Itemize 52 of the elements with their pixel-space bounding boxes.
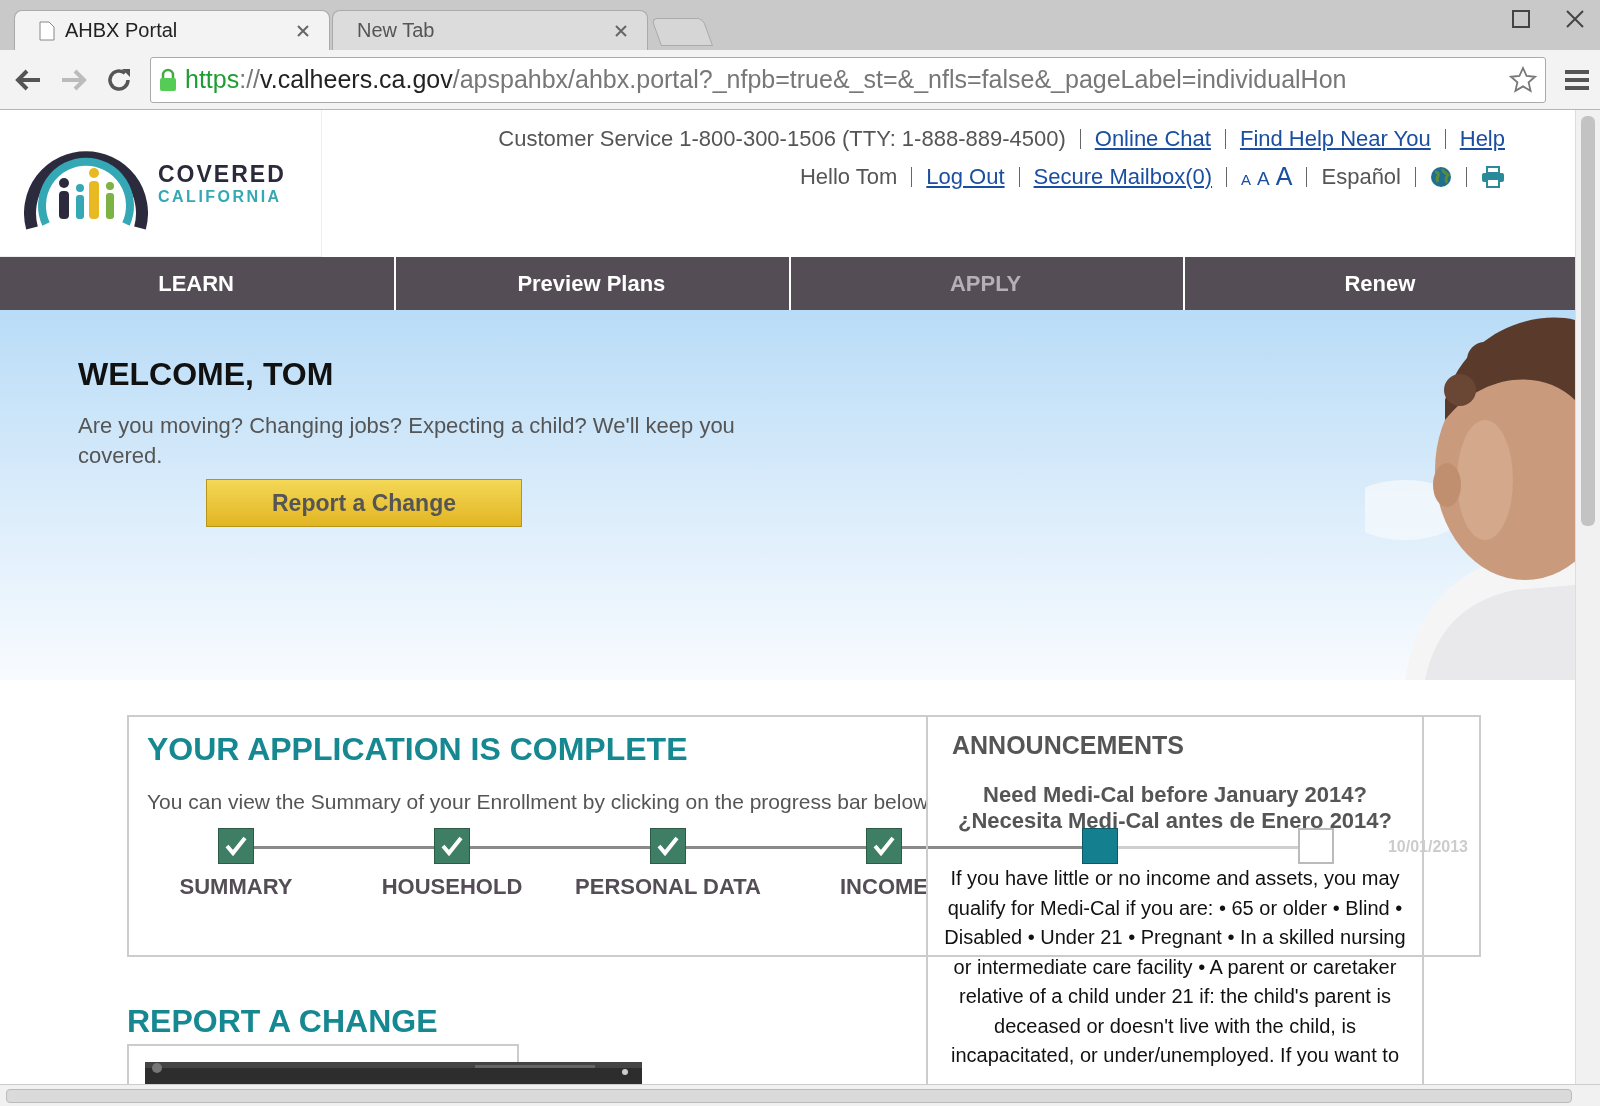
panel-heading: ANNOUNCEMENTS bbox=[952, 731, 1184, 760]
font-size-button[interactable]: A bbox=[1275, 162, 1293, 191]
announcement-title: Need Medi-Cal before January 2014? bbox=[983, 782, 1367, 808]
step-label[interactable]: SUMMARY bbox=[179, 874, 293, 900]
browser-tab[interactable]: AHBX Portal bbox=[14, 10, 330, 50]
step-marker[interactable] bbox=[434, 828, 470, 864]
logo-text: COVERED bbox=[158, 160, 286, 188]
language-link[interactable]: Español bbox=[1321, 163, 1401, 190]
scrollbar[interactable] bbox=[1575, 110, 1600, 1084]
scrollbar[interactable] bbox=[0, 1084, 1600, 1106]
header-link[interactable]: Help bbox=[1459, 126, 1505, 152]
step-label[interactable]: PERSONAL DATA bbox=[575, 874, 761, 900]
star-icon[interactable] bbox=[1509, 65, 1537, 94]
step-marker[interactable] bbox=[218, 828, 254, 864]
step-label[interactable]: INCOME bbox=[840, 874, 928, 900]
step-marker[interactable] bbox=[866, 828, 902, 864]
printer-icon[interactable] bbox=[1481, 165, 1505, 188]
close-icon[interactable] bbox=[297, 24, 309, 37]
scroll-thumb[interactable] bbox=[6, 1089, 1572, 1103]
step-marker[interactable] bbox=[1082, 828, 1118, 864]
font-size-button[interactable]: A bbox=[1241, 171, 1252, 188]
browser-tab[interactable]: New Tab bbox=[332, 10, 648, 50]
welcome-text: Are you moving? Changing jobs? Expecting a child? We'll keep you covered. bbox=[78, 412, 736, 470]
back-icon[interactable] bbox=[14, 67, 42, 92]
header-link[interactable]: Secure Mailbox(0) bbox=[1033, 163, 1213, 190]
header-link[interactable]: Log Out bbox=[926, 163, 1005, 190]
maximize-icon[interactable] bbox=[1512, 10, 1530, 28]
step-label[interactable]: HOUSEHOLD bbox=[381, 874, 523, 900]
lock-icon bbox=[159, 67, 177, 92]
reload-icon[interactable] bbox=[106, 66, 132, 93]
card-text: You can view the Summary of your Enrollment by clicking on the progress bar below bbox=[147, 790, 929, 814]
scroll-thumb[interactable] bbox=[1581, 116, 1595, 526]
page-icon bbox=[39, 20, 55, 41]
report-change-button[interactable]: Report a Change bbox=[206, 479, 522, 527]
header-link[interactable]: Find Help Near You bbox=[1239, 126, 1431, 152]
step-marker[interactable] bbox=[1298, 828, 1334, 864]
section-heading: REPORT A CHANGE bbox=[127, 1003, 438, 1040]
customer-service-text: Customer Service 1-800-300-1506 (TTY: 1-888-889-4500) bbox=[498, 126, 1066, 152]
font-size-button[interactable]: A bbox=[1257, 168, 1270, 190]
step-marker[interactable] bbox=[650, 828, 686, 864]
card-heading: YOUR APPLICATION IS COMPLETE bbox=[147, 731, 688, 768]
header-link[interactable]: Online Chat bbox=[1094, 126, 1211, 152]
address-bar[interactable]: https://v.calheers.ca.gov/apspahbx/ahbx.portal?_nfpb=true&_st=&_nfls=false&_pageLabel=individualHon bbox=[150, 56, 1546, 103]
welcome-heading: WELCOME, TOM bbox=[78, 356, 335, 393]
menu-icon[interactable] bbox=[1564, 68, 1590, 91]
greeting-text: Hello Tom bbox=[799, 163, 898, 190]
globe-icon[interactable] bbox=[1430, 165, 1452, 188]
announcement-title: ¿Necesita Medi-Cal antes de Enero 2014? bbox=[957, 808, 1393, 834]
announcement-text: If you have little or no income and assets, you may qualify for Medi-Cal if you are: • 65 or older • Blind • Disabled • Under 21 • Pregnant • In a skilled nursing or intermediate care facility • A parent or caretaker relative of a child under 21 if: the child's parent is deceased or doesn't live with the child, is incapacitated, or under/unemployed. If you want to bbox=[943, 866, 1407, 1068]
close-icon[interactable] bbox=[1566, 10, 1584, 28]
logo-text: CALIFORNIA bbox=[158, 187, 283, 206]
close-icon[interactable] bbox=[615, 24, 627, 37]
